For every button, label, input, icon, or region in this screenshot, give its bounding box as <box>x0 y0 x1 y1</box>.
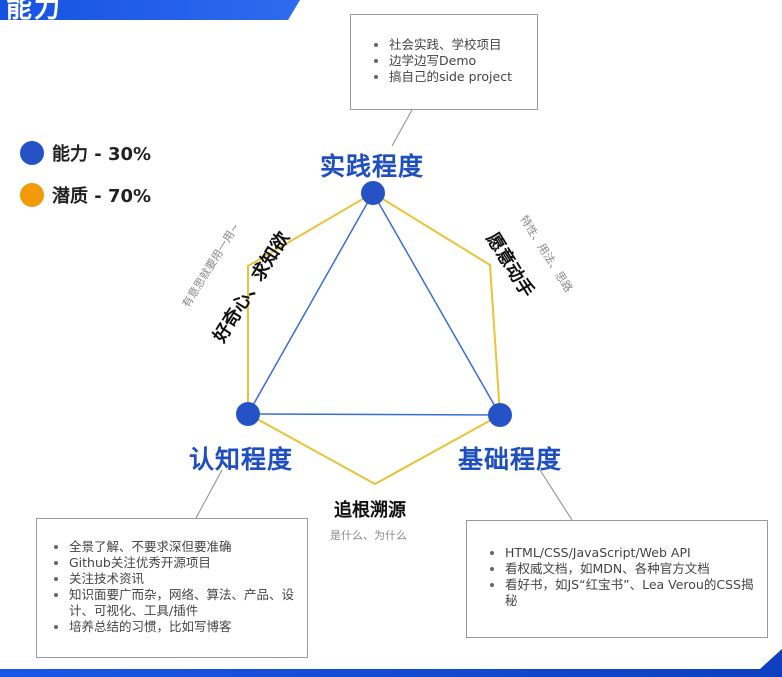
node-foundation <box>488 403 512 427</box>
node-practice <box>361 181 385 205</box>
list-item: 看好书，如JS“红宝书”、Lea Verou的CSS揭秘 <box>505 577 759 609</box>
list-item: 社会实践、学校项目 <box>389 37 529 53</box>
foundation-label: 基础程度 <box>458 445 563 474</box>
practice-label: 实践程度 <box>320 152 425 181</box>
legend-ability-label: 能力 - 30% <box>52 144 152 165</box>
node-cognition <box>236 402 260 426</box>
list-item: 关注技术资讯 <box>69 571 299 587</box>
list-item: 搞自己的side project <box>389 69 529 85</box>
list-item: 知识面要广而杂，网络、算法、产品、设计、可视化、工具/插件 <box>69 587 299 619</box>
list-item: 培养总结的习惯，比如写博客 <box>69 619 299 635</box>
foundation-notes-box: HTML/CSS/JavaScript/Web API 看权威文档，如MDN、各… <box>466 520 768 638</box>
connector-top <box>391 109 413 147</box>
list-item: 全景了解、不要求深但要准确 <box>69 539 299 555</box>
legend-potential: 潜质 - 70% <box>20 182 151 208</box>
list-item: Github关注优秀开源项目 <box>69 555 299 571</box>
connector-right <box>539 469 573 521</box>
legend-potential-label: 潜质 - 70% <box>52 186 152 207</box>
list-item: HTML/CSS/JavaScript/Web API <box>505 545 759 561</box>
cognition-notes-box: 全景了解、不要求深但要准确 Github关注优秀开源项目 关注技术资讯 知识面要… <box>36 518 308 658</box>
practice-notes-box: 社会实践、学校项目 边学边写Demo 搞自己的side project <box>350 14 538 110</box>
trace-sublabel: 是什么、为什么 <box>330 529 407 542</box>
list-item: 边学边写Demo <box>389 53 529 69</box>
ability-triangle <box>246 191 502 416</box>
legend-ability-dot <box>20 141 44 165</box>
bottom-bar <box>0 669 782 677</box>
trace-label: 追根溯源 <box>334 500 406 521</box>
list-item: 看权威文档，如MDN、各种官方文档 <box>505 561 759 577</box>
legend-ability: 能力 - 30% <box>20 140 151 166</box>
connector-left <box>195 469 223 519</box>
cognition-label: 认知程度 <box>189 445 294 474</box>
legend-potential-dot <box>20 183 44 207</box>
